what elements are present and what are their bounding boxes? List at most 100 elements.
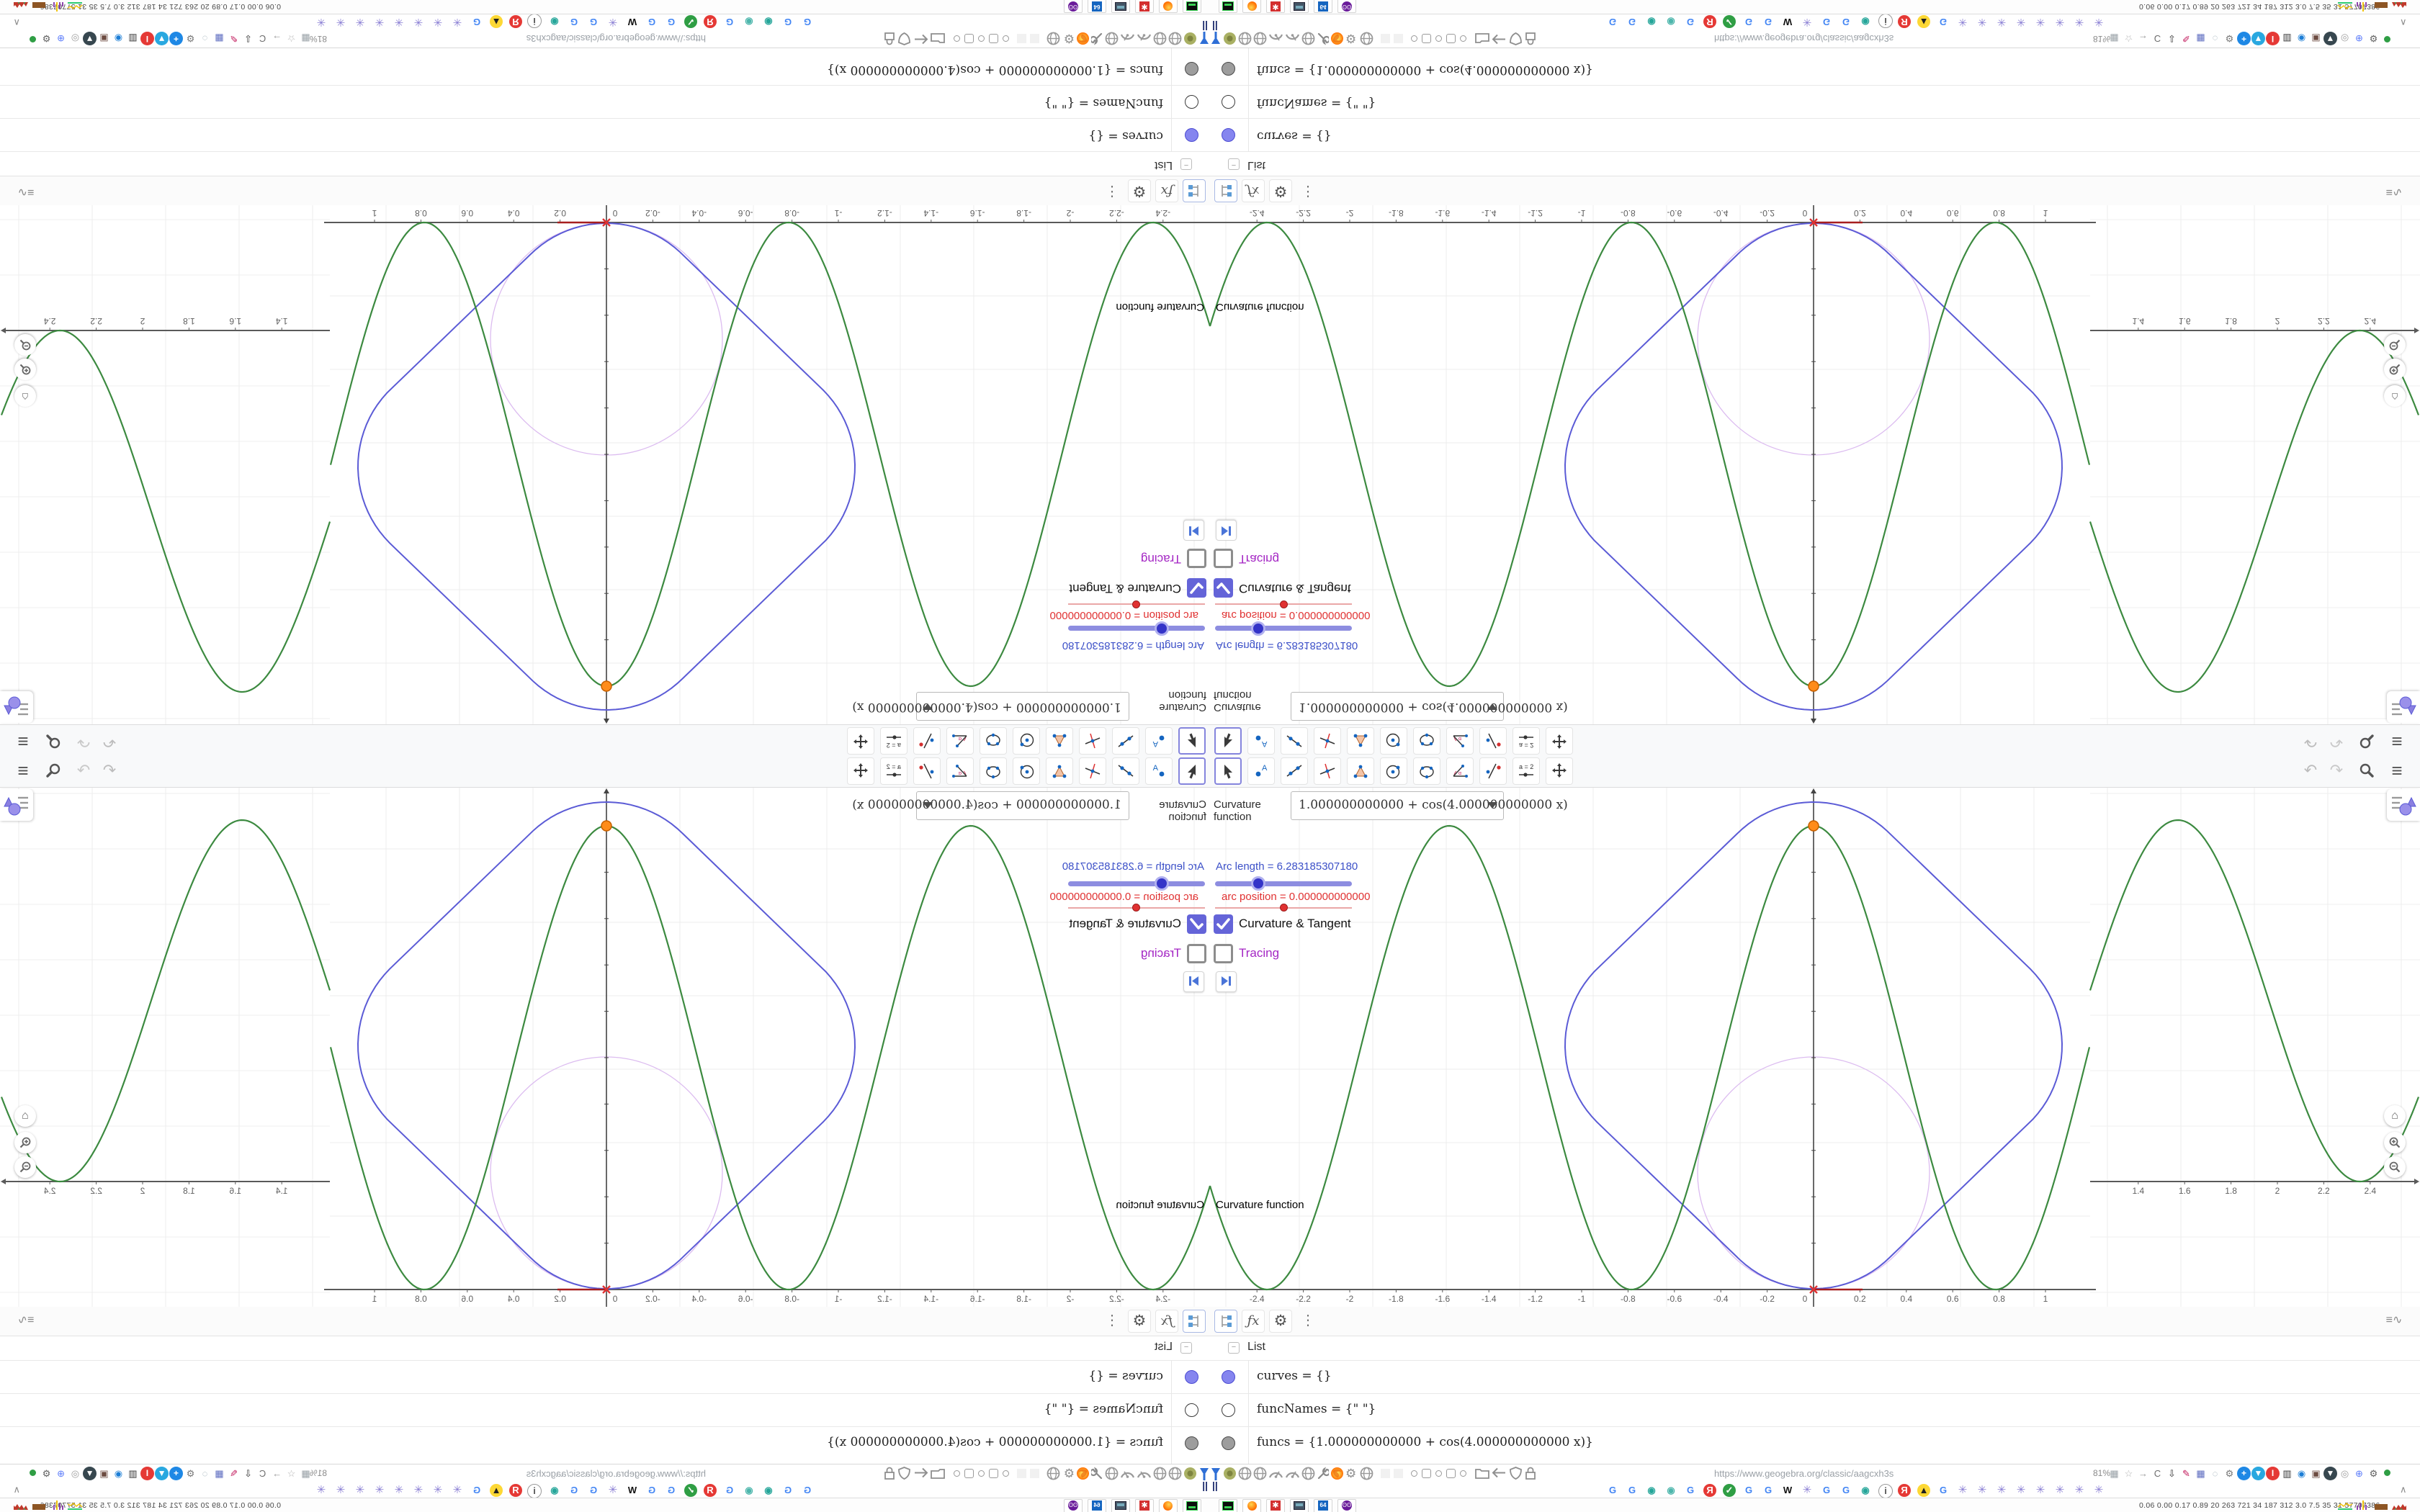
bookmark-favicon[interactable]: G — [1742, 15, 1755, 28]
radio-dot-icon[interactable] — [978, 1470, 985, 1477]
extension-icon[interactable]: C — [2151, 32, 2164, 45]
bookmark-favicon[interactable]: G — [723, 15, 736, 28]
radio-dot-icon[interactable] — [1003, 1470, 1009, 1477]
address-bar-url[interactable]: https://www.geogebra.org/classic/aagcxh3… — [1714, 1468, 1894, 1479]
redo-icon[interactable]: ↷ — [72, 759, 95, 782]
home-icon[interactable]: ⌂ — [2384, 385, 2406, 407]
menu-icon[interactable]: ≡ — [12, 759, 35, 782]
back-icon[interactable] — [913, 1467, 929, 1482]
extension-icon[interactable]: ▥ — [2280, 1467, 2294, 1480]
taskbar-app-owl[interactable]: ʘʘ — [1064, 0, 1083, 13]
extension-icon[interactable]: ⚙ — [184, 1467, 197, 1480]
home-icon[interactable]: ⌂ — [2384, 1105, 2406, 1127]
bookmark-favicon[interactable]: G — [1684, 15, 1697, 28]
extension-icon[interactable]: ✎ — [2179, 1467, 2193, 1480]
extension-icon[interactable]: ◎ — [68, 32, 82, 45]
function-input[interactable]: 1.000000000000 + cos(4.000000000000 x) — [1291, 692, 1568, 721]
bookmark-favicon[interactable]: G — [568, 15, 581, 28]
tray-expander-icon[interactable]: ∧ — [13, 1484, 20, 1495]
tool-circle-center-point[interactable] — [1380, 757, 1407, 785]
tray-expander-icon[interactable]: ∧ — [2400, 1484, 2407, 1495]
address-bar-url[interactable]: https://www.geogebra.org/classic/aagcxh3… — [1714, 33, 1894, 44]
bookmark-favicon[interactable]: Я — [1703, 1484, 1716, 1497]
bookmark-favicon[interactable]: Я — [509, 1484, 522, 1497]
bookmark-favicon[interactable]: G — [1937, 1484, 1950, 1497]
firefox-icon[interactable] — [1076, 1467, 1090, 1483]
back-icon[interactable] — [1491, 30, 1507, 45]
bookmark-favicon[interactable]: ✳ — [334, 1484, 347, 1497]
extension-icon[interactable]: ⚙ — [40, 1467, 53, 1480]
extension-icon[interactable]: C — [2151, 1467, 2164, 1480]
bookmark-favicon[interactable]: Я — [704, 15, 717, 28]
extension-icon[interactable]: ▦ — [2107, 32, 2121, 45]
bookmark-favicon[interactable]: W — [1781, 15, 1794, 28]
algebra-style-icon[interactable] — [1183, 179, 1206, 202]
bookmark-favicon[interactable]: ◉ — [548, 15, 561, 28]
tool-perpendicular-line[interactable] — [1314, 757, 1341, 785]
bookmark-favicon[interactable]: ✳ — [1976, 1484, 1989, 1497]
tool-conic-five-points[interactable] — [980, 727, 1007, 755]
back-icon[interactable] — [1491, 1467, 1507, 1482]
more-options-icon[interactable]: ⋮ — [1101, 1310, 1124, 1333]
radio-dot-icon[interactable] — [954, 1470, 960, 1477]
extension-icon[interactable]: → — [2136, 1467, 2150, 1480]
taskbar-app-monitor[interactable] — [1111, 0, 1130, 13]
globe-icon[interactable] — [1238, 1467, 1252, 1483]
undo-icon[interactable]: ↶ — [98, 730, 121, 753]
bookmark-favicon[interactable]: G — [587, 1484, 600, 1497]
taskbar-app-floppy64[interactable]: 64 — [1088, 1499, 1106, 1512]
bookmark-favicon[interactable]: ✳ — [393, 1484, 405, 1497]
tray-expander-icon[interactable]: ∧ — [13, 17, 20, 28]
toggle-square-icon[interactable] — [989, 34, 998, 43]
tool-move-graphics-view[interactable] — [847, 727, 874, 755]
gauge-icon[interactable] — [1137, 29, 1152, 45]
taskbar-app-redgear[interactable]: ✱ — [1135, 1499, 1154, 1512]
play-animation-button[interactable] — [1216, 971, 1237, 992]
extension-icon[interactable]: ◉ — [112, 1467, 125, 1480]
olive-icon[interactable] — [1183, 29, 1197, 45]
extension-icon[interactable]: ▼ — [155, 1467, 169, 1480]
taskbar-app-drive[interactable] — [1219, 1499, 1237, 1512]
bookmark-favicon[interactable]: G — [587, 15, 600, 28]
search-icon[interactable] — [2355, 730, 2378, 753]
bookmark-favicon[interactable]: ✳ — [2073, 15, 2086, 28]
bookmark-favicon[interactable]: ✳ — [2073, 1484, 2086, 1497]
settings-gear-icon[interactable]: ⚙ — [1269, 179, 1292, 202]
bookmark-favicon[interactable]: ✳ — [1956, 15, 1969, 28]
bookmark-favicon[interactable]: ✳ — [354, 1484, 367, 1497]
tool-slider[interactable]: a = 2 — [1512, 727, 1540, 755]
play-animation-button[interactable] — [1216, 520, 1237, 541]
menu-icon[interactable]: ≡ — [12, 730, 35, 753]
extension-icon[interactable]: ▦ — [2194, 32, 2208, 45]
radio-dot-icon[interactable] — [1411, 1470, 1417, 1477]
arc-position-slider-knob[interactable] — [1280, 904, 1288, 912]
bookmark-favicon[interactable]: ✓ — [684, 15, 697, 28]
extension-icon[interactable]: ▼ — [2251, 1467, 2265, 1480]
fx-icon[interactable]: ƒx — [1155, 179, 1178, 202]
extension-icon[interactable]: + — [2237, 32, 2251, 45]
more-options-icon[interactable]: ⋮ — [1101, 179, 1124, 202]
bookmark-favicon[interactable]: ✳ — [412, 15, 425, 28]
extension-icon[interactable]: ▦ — [2194, 1467, 2208, 1480]
home-icon[interactable]: ⌂ — [14, 1105, 36, 1127]
visibility-marble-icon[interactable] — [1185, 1436, 1198, 1450]
tool-move-graphics-view[interactable] — [1546, 757, 1573, 785]
tool-move[interactable] — [1214, 757, 1242, 785]
extension-icon[interactable]: ⇩ — [241, 32, 255, 45]
extension-icon[interactable]: ◌ — [2208, 1467, 2222, 1480]
extension-icon[interactable]: ▦ — [299, 1467, 313, 1480]
bookmark-favicon[interactable]: ✳ — [451, 15, 464, 28]
bookmark-favicon[interactable]: ◉ — [1859, 1484, 1872, 1497]
lock-icon[interactable] — [884, 30, 895, 45]
play-animation-button[interactable] — [1183, 520, 1204, 541]
globe-icon[interactable] — [1105, 1467, 1119, 1483]
gauge-icon[interactable] — [1120, 1467, 1135, 1483]
bookmark-favicon[interactable]: ✳ — [431, 1484, 444, 1497]
taskbar-app-floppy64[interactable]: 64 — [1314, 0, 1332, 13]
bookmark-favicon[interactable]: ✳ — [451, 1484, 464, 1497]
shield-icon[interactable] — [1510, 30, 1522, 45]
firefox-icon[interactable] — [1330, 29, 1344, 45]
search-icon[interactable] — [42, 759, 65, 782]
style-bar-popup[interactable] — [2387, 691, 2420, 723]
bookmark-favicon[interactable]: ◉ — [743, 1484, 756, 1497]
